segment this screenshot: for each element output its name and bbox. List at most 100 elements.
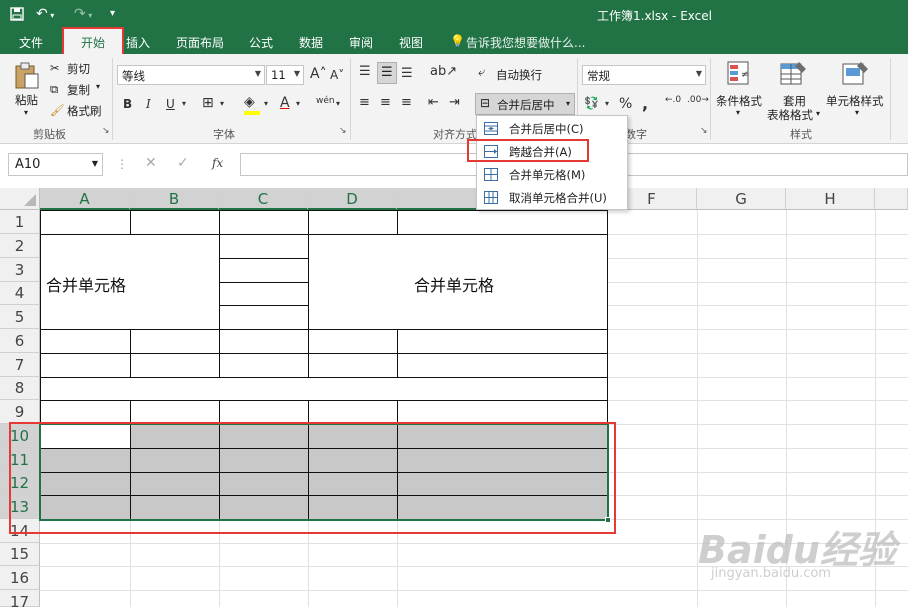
merged-cell-a8-e8[interactable] — [40, 377, 608, 401]
row-header-16[interactable]: 16 — [0, 566, 40, 590]
format-painter-button[interactable]: 格式刷 — [67, 103, 102, 119]
align-right-icon[interactable]: ≡ — [401, 95, 412, 110]
name-box[interactable]: A10 ▼ — [8, 153, 103, 176]
menu-item-merge-center[interactable]: 合并后居中(C) — [477, 118, 627, 140]
underline-dropdown-icon[interactable]: ▾ — [182, 99, 186, 108]
customize-qat-icon[interactable]: ▾ — [110, 4, 115, 24]
percent-button[interactable]: % — [619, 96, 632, 112]
cut-icon[interactable]: ✂ — [50, 61, 60, 75]
comma-button[interactable]: , — [642, 94, 648, 113]
enter-icon[interactable]: ✓ — [177, 155, 189, 171]
font-size-select[interactable]: 11 ▼ — [266, 65, 304, 85]
decrease-indent-icon[interactable]: ⇤ — [428, 95, 439, 110]
merge-center-button[interactable]: ⊟ 合并后居中 ▾ — [475, 93, 575, 115]
cell-styles-dropdown-icon[interactable]: ▾ — [855, 108, 859, 117]
align-top-icon[interactable]: ☰ — [359, 64, 371, 79]
column-header-g[interactable]: G — [697, 188, 786, 210]
cell-a1[interactable] — [40, 210, 131, 235]
row-header-2[interactable]: 2 — [0, 234, 40, 258]
paste-icon[interactable] — [14, 62, 40, 93]
row-header-6[interactable]: 6 — [0, 329, 40, 353]
tell-me-box[interactable]: 告诉我您想要做什么... — [466, 34, 585, 51]
cell-c3[interactable] — [219, 258, 309, 283]
cell-c2[interactable] — [219, 234, 309, 259]
cut-button[interactable]: 剪切 — [67, 61, 90, 77]
row-header-1[interactable]: 1 — [0, 210, 40, 234]
conditional-format-button[interactable]: 条件格式 — [716, 93, 762, 109]
border-icon[interactable]: ⊞ — [202, 95, 214, 111]
accounting-dropdown-icon[interactable]: ▾ — [605, 99, 609, 108]
increase-indent-icon[interactable]: ⇥ — [449, 95, 460, 110]
redo-icon[interactable]: ↷ ▾ — [74, 4, 92, 26]
cell-c4[interactable] — [219, 282, 309, 306]
cell-styles-button[interactable]: 单元格样式 — [826, 93, 884, 109]
table-format-icon[interactable] — [780, 60, 808, 91]
align-center-icon[interactable]: ≡ — [380, 95, 391, 110]
copy-button[interactable]: 复制 — [67, 82, 90, 98]
row-header-3[interactable]: 3 — [0, 258, 40, 282]
save-icon[interactable] — [10, 4, 24, 27]
cancel-icon[interactable]: ✕ — [145, 155, 157, 171]
fill-color-icon[interactable]: ◈ — [244, 94, 255, 110]
row-header-4[interactable]: 4 — [0, 282, 40, 305]
row-header-9[interactable]: 9 — [0, 400, 40, 424]
grow-font-icon[interactable]: A˄ — [310, 66, 327, 82]
orientation-icon[interactable]: ab↗ — [430, 64, 457, 79]
tab-view[interactable]: 视图 — [399, 34, 423, 51]
cell-e1[interactable] — [397, 210, 608, 235]
column-header-a[interactable]: A — [40, 188, 130, 210]
table-format-button-line2[interactable]: 表格格式 — [767, 107, 813, 123]
number-format-select[interactable]: 常规 ▼ — [582, 65, 706, 85]
cell-e7[interactable] — [397, 353, 608, 378]
accounting-format-icon[interactable]: 💱 — [584, 96, 599, 110]
italic-button[interactable]: I — [146, 97, 151, 111]
copy-dropdown-icon[interactable]: ▾ — [96, 82, 100, 91]
cell-c5[interactable] — [219, 305, 309, 330]
menu-item-merge-cells[interactable]: 合并单元格(M) — [477, 164, 627, 186]
align-bottom-icon[interactable]: ☰ — [401, 66, 413, 81]
cell-a7[interactable] — [40, 353, 131, 378]
cell-b1[interactable] — [130, 210, 220, 235]
decrease-decimal-icon[interactable]: .00→ — [687, 95, 709, 105]
font-color-icon[interactable]: A — [280, 95, 290, 111]
tab-review[interactable]: 审阅 — [349, 34, 373, 51]
cell-b6[interactable] — [130, 329, 220, 354]
table-format-dropdown-icon[interactable]: ▾ — [816, 109, 820, 118]
increase-decimal-icon[interactable]: ←.0 — [665, 95, 681, 105]
row-header-17[interactable]: 17 — [0, 590, 40, 611]
cell-c1[interactable] — [219, 210, 309, 235]
cell-styles-icon[interactable] — [842, 60, 870, 91]
cell-c6[interactable] — [219, 329, 309, 354]
tab-home[interactable]: 开始 — [62, 27, 124, 56]
row-header-8[interactable]: 8 — [0, 377, 40, 400]
cell-d1[interactable] — [308, 210, 398, 235]
phonetic-dropdown-icon[interactable]: ▾ — [336, 99, 340, 108]
conditional-format-icon[interactable]: ≠ — [727, 60, 753, 91]
dialog-launcher-icon[interactable]: ↘ — [339, 126, 347, 136]
tab-file[interactable]: 文件 — [19, 34, 43, 51]
fx-icon[interactable]: fx — [212, 156, 223, 170]
cell-a6[interactable] — [40, 329, 131, 354]
tab-insert[interactable]: 插入 — [126, 34, 150, 51]
phonetic-icon[interactable]: wén — [316, 96, 335, 106]
underline-button[interactable]: U — [166, 97, 175, 111]
column-header-d[interactable]: D — [308, 188, 397, 210]
bold-button[interactable]: B — [123, 97, 132, 111]
wrap-text-icon[interactable]: ⤶ — [478, 65, 485, 80]
align-middle-button[interactable]: ☰ — [377, 62, 397, 84]
column-header-h[interactable]: H — [786, 188, 875, 210]
undo-icon[interactable]: ↶ ▾ — [36, 4, 54, 26]
select-all-corner[interactable] — [0, 188, 40, 210]
font-color-dropdown-icon[interactable]: ▾ — [296, 99, 300, 108]
cell-d6[interactable] — [308, 329, 398, 354]
row-header-15[interactable]: 15 — [0, 543, 40, 566]
paste-button[interactable]: 粘贴 — [15, 92, 38, 108]
dialog-launcher-icon[interactable]: ↘ — [102, 126, 110, 136]
shrink-font-icon[interactable]: A˅ — [330, 68, 344, 82]
tab-data[interactable]: 数据 — [299, 34, 323, 51]
column-header-c[interactable]: C — [219, 188, 308, 210]
wrap-text-button[interactable]: 自动换行 — [496, 67, 542, 83]
dialog-launcher-icon[interactable]: ↘ — [700, 126, 708, 136]
tab-formulas[interactable]: 公式 — [249, 34, 273, 51]
row-header-5[interactable]: 5 — [0, 305, 40, 329]
